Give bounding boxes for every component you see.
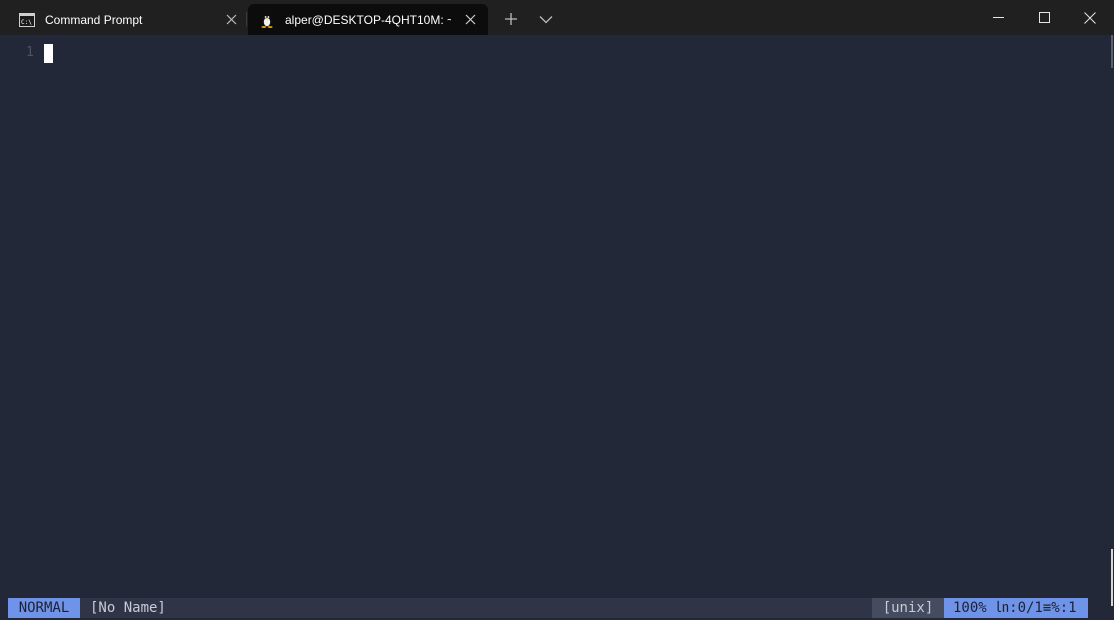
close-window-button[interactable]	[1067, 0, 1113, 35]
mode-indicator: NORMAL	[8, 598, 80, 618]
buffer-filename: [No Name]	[90, 600, 166, 616]
close-icon	[1084, 11, 1096, 24]
close-tab-icon[interactable]	[224, 12, 238, 26]
maximize-icon	[1038, 12, 1050, 23]
command-prompt-icon: C:\	[18, 11, 36, 29]
minimize-button[interactable]	[975, 0, 1021, 35]
maximize-button[interactable]	[1021, 0, 1067, 35]
cursor-position: 100% ㏑:0/1≡%:1	[944, 598, 1088, 618]
close-tab-icon[interactable]	[463, 12, 477, 26]
tab-command-prompt[interactable]: C:\ Command Prompt	[8, 4, 246, 35]
text-cursor	[44, 44, 53, 63]
file-format: [unix]	[872, 598, 944, 618]
scrollbar-track[interactable]	[1111, 35, 1113, 68]
tab-bar: C:\ Command Prompt alper@DESKTOP-4QHT10M…	[0, 0, 1114, 35]
line-number: 1	[26, 45, 34, 60]
tab-title: alper@DESKTOP-4QHT10M: ~/projects	[285, 12, 451, 27]
svg-text:C:\: C:\	[21, 19, 32, 26]
linux-penguin-icon	[258, 11, 276, 29]
scrollbar-thumb[interactable]	[1111, 549, 1113, 606]
new-tab-button[interactable]	[500, 8, 522, 30]
tab-title: Command Prompt	[45, 12, 143, 27]
minimize-icon	[992, 17, 1004, 18]
vim-status-line: NORMAL [No Name] [unix] 100% ㏑:0/1≡%:1	[8, 598, 1088, 618]
tab-wsl-ubuntu[interactable]: alper@DESKTOP-4QHT10M: ~/projects	[248, 4, 488, 35]
tab-divider	[246, 12, 247, 26]
plus-icon	[505, 13, 517, 25]
chevron-down-icon	[539, 15, 553, 23]
profile-dropdown-button[interactable]	[535, 8, 557, 30]
vim-editor-area[interactable]: 1 NORMAL [No Name] [unix] 100% ㏑:0/1≡%:1	[0, 35, 1114, 620]
terminal-window: C:\ Command Prompt alper@DESKTOP-4QHT10M…	[0, 0, 1114, 620]
